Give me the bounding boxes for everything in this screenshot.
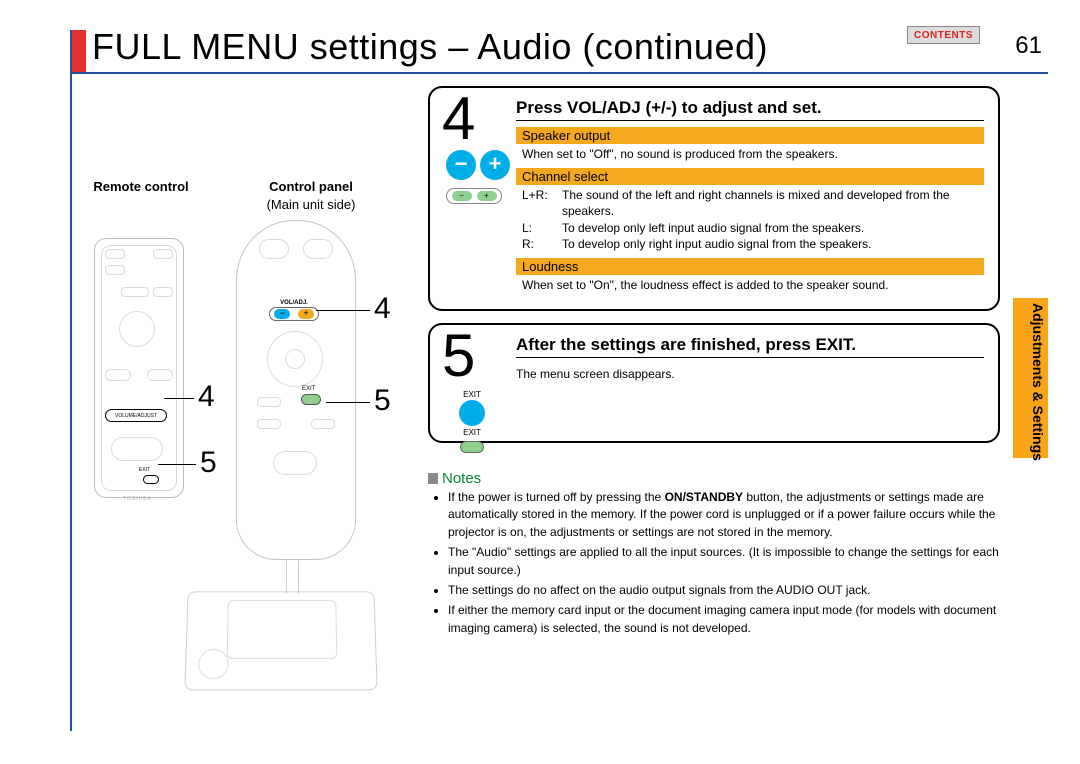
note-item: The settings do no affect on the audio o… <box>448 582 1000 599</box>
step-5-heading: After the settings are finished, press E… <box>516 335 984 358</box>
panel-plus-icon: + <box>298 309 314 319</box>
setting-loudness: Loudness <box>516 258 984 275</box>
step-4-card: 4 − + − + Press VOL/ADJ (+/-) to adjust … <box>428 86 1000 311</box>
setting-channel-select: Channel select <box>516 168 984 185</box>
lead-line <box>316 310 370 311</box>
remote-voladj-button: VOLUME/ADJUST <box>105 409 167 422</box>
projector-outline <box>184 591 377 690</box>
step-5-card: 5 EXIT EXIT After the settings are finis… <box>428 323 1000 443</box>
speaker-output-desc: When set to "Off", no sound is produced … <box>516 144 984 164</box>
lead-line <box>164 398 194 399</box>
control-panel-label: Control panel <box>269 179 353 194</box>
exit-pill-icon <box>460 441 484 453</box>
cs-text-r: To develop only right input audio signal… <box>562 236 872 252</box>
control-panel-outline <box>236 220 356 560</box>
panel-minus-icon: − <box>274 309 290 319</box>
cs-key-l: L: <box>522 220 562 236</box>
notes-title: Notes <box>428 470 1000 487</box>
callout-4-panel: 4 <box>374 292 391 326</box>
callout-5-panel: 5 <box>374 384 391 418</box>
note-item: The "Audio" settings are applied to all … <box>448 544 1000 579</box>
remote-control-label: Remote control <box>93 179 188 194</box>
vertical-rule <box>70 30 72 731</box>
minus-icon: − <box>446 150 476 180</box>
voladj-big-icons: − + <box>446 150 510 180</box>
panel-voladj-label: VOL/ADJ. <box>258 300 330 306</box>
setting-speaker-output: Speaker output <box>516 127 984 144</box>
manual-page: FULL MENU settings – Audio (continued) C… <box>30 8 1060 749</box>
contents-button[interactable]: CONTENTS <box>907 26 980 44</box>
section-tab-label: Adjustments & Settings <box>1017 303 1045 461</box>
callout-4-remote: 4 <box>198 380 215 414</box>
lead-line <box>286 560 287 594</box>
voladj-small-pill: − + <box>446 188 502 204</box>
page-title: FULL MENU settings – Audio (continued) <box>92 26 768 68</box>
remote-brand: TOSHIBA <box>123 496 152 502</box>
hardware-diagrams: Remote control Control panel (Main unit … <box>86 178 406 740</box>
step-4-number: 4 <box>442 84 475 153</box>
step-5-number: 5 <box>442 321 475 390</box>
cs-key-lr: L+R: <box>522 187 562 219</box>
exit-icon-group: EXIT EXIT <box>454 390 490 453</box>
lead-line <box>298 560 299 594</box>
page-number: 61 <box>1015 32 1042 60</box>
step-4-heading: Press VOL/ADJ (+/-) to adjust and set. <box>516 98 984 121</box>
lead-line <box>158 464 196 465</box>
remote-outline: VOLUME/ADJUST EXIT TOSHIBA <box>94 238 184 498</box>
control-panel-sublabel: (Main unit side) <box>267 197 356 212</box>
panel-exit-button <box>301 394 321 405</box>
panel-exit-label: EXIT <box>302 386 315 392</box>
remote-exit-label: EXIT <box>139 467 150 473</box>
lead-line <box>326 402 370 403</box>
cs-key-r: R: <box>522 236 562 252</box>
note-item: If the power is turned off by pressing t… <box>448 489 1000 541</box>
remote-exit-button <box>143 475 159 484</box>
horizontal-rule <box>72 72 1048 74</box>
step-5-desc: The menu screen disappears. <box>516 364 984 384</box>
channel-select-desc: L+R:The sound of the left and right chan… <box>516 185 984 254</box>
note-item: If either the memory card input or the d… <box>448 602 1000 637</box>
red-accent <box>72 30 86 72</box>
callout-5-remote: 5 <box>200 446 217 480</box>
cs-text-l: To develop only left input audio signal … <box>562 220 864 236</box>
exit-caption-bottom: EXIT <box>454 428 490 437</box>
pill-plus-icon: + <box>477 191 497 201</box>
exit-circle-icon <box>459 400 485 426</box>
notes-section: Notes If the power is turned off by pres… <box>428 470 1000 640</box>
exit-caption-top: EXIT <box>454 390 490 399</box>
pill-minus-icon: − <box>452 191 472 201</box>
notes-list: If the power is turned off by pressing t… <box>428 489 1000 637</box>
plus-icon: + <box>480 150 510 180</box>
onstandby-button-name: ON/STANDBY <box>665 490 743 504</box>
loudness-desc: When set to "On", the loudness effect is… <box>516 275 984 295</box>
cs-text-lr: The sound of the left and right channels… <box>562 187 980 219</box>
